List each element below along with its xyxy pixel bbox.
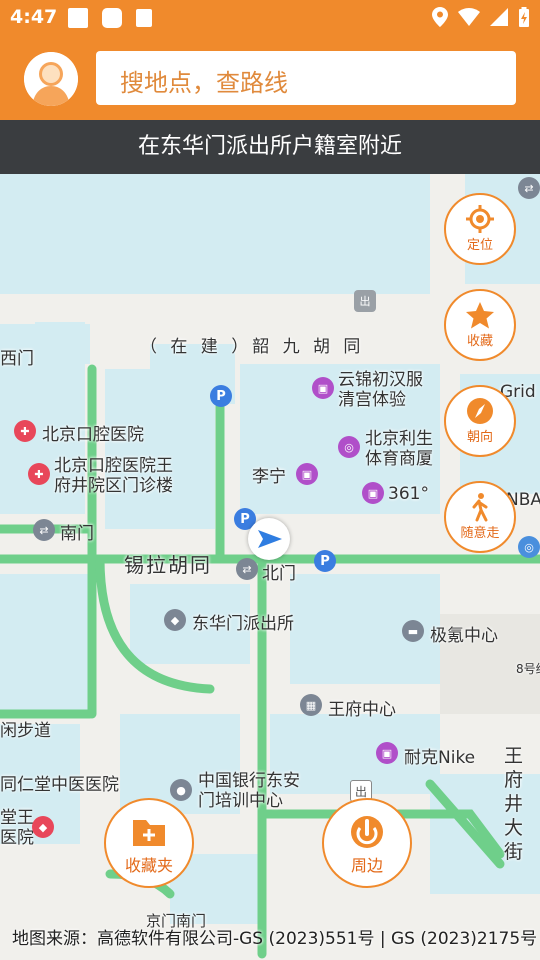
map-label: 堂王 医院	[0, 808, 34, 848]
navigation-arrow-icon	[258, 530, 282, 548]
favorite-label: 收藏	[466, 334, 493, 349]
location-icon	[432, 7, 448, 27]
parking-icon[interactable]: P	[314, 550, 336, 572]
map-label: 东华门派出所	[192, 614, 294, 634]
bank-icon[interactable]: ●	[170, 779, 192, 801]
map-label: 361°	[388, 484, 429, 504]
shop-icon[interactable]: ◎	[338, 436, 360, 458]
notification-icon	[102, 8, 122, 28]
walking-icon	[472, 493, 488, 522]
entrance-icon[interactable]: ⇄	[33, 519, 55, 541]
map-label: 北京利生 体育商厦	[365, 429, 433, 469]
folder-add-icon	[133, 820, 165, 846]
top-bar: 搜地点，查路线	[0, 36, 540, 120]
hospital-icon[interactable]: ✚	[14, 420, 36, 442]
building-icon[interactable]: ▦	[300, 694, 322, 716]
locate-label: 定位	[466, 238, 493, 253]
map-label: 极氪中心	[430, 626, 498, 646]
map-label: 闲步道	[0, 721, 51, 741]
pharmacy-icon[interactable]: ◆	[32, 816, 54, 838]
shop-icon[interactable]: ▣	[362, 482, 384, 504]
map-label: 南门	[60, 524, 94, 544]
favorites-folder-label: 收藏夹	[124, 856, 173, 875]
entrance-icon[interactable]: ⇄	[518, 177, 540, 199]
status-bar: 4:47	[0, 0, 540, 36]
random-walk-label: 随意走	[460, 526, 500, 541]
search-placeholder: 搜地点，查路线	[120, 69, 288, 97]
exit-icon[interactable]: 出	[354, 290, 376, 312]
map-label: 云锦初汉服 清宫体验	[338, 370, 423, 410]
map-label: 耐克Nike	[404, 748, 476, 768]
locate-button[interactable]: 定位	[444, 193, 516, 265]
shop-icon[interactable]: ▣	[376, 742, 398, 764]
metro-icon[interactable]: ◎	[518, 536, 540, 558]
map-label: 锡拉胡同	[124, 553, 212, 577]
map-label: 北京口腔医院王 府井院区门诊楼	[54, 456, 173, 496]
map-label: 中国银行东安 门培训中心	[198, 771, 300, 811]
orientation-button[interactable]: 朝向	[444, 385, 516, 457]
current-location-marker	[248, 518, 290, 560]
map-label: 北京口腔医院	[42, 425, 144, 445]
map-label: 王府中心	[328, 700, 396, 720]
random-walk-button[interactable]: 随意走	[444, 481, 516, 553]
orientation-label: 朝向	[466, 430, 493, 445]
favorites-folder-button[interactable]: 收藏夹	[104, 798, 194, 888]
nearby-icon	[351, 816, 383, 848]
parking-icon[interactable]: P	[210, 385, 232, 407]
shop-icon[interactable]: ▣	[296, 463, 318, 485]
map-label: 8号约	[516, 662, 540, 676]
map-source-attribution: 地图来源：高德软件有限公司-GS (2023)551号 | GS (2023)2…	[12, 929, 538, 949]
compass-icon	[467, 398, 493, 424]
map-label: 同仁堂中医医院	[0, 775, 119, 795]
police-icon[interactable]: ◆	[164, 609, 186, 631]
car-icon[interactable]: ▬	[402, 620, 424, 642]
crosshair-icon	[466, 205, 494, 233]
notification-icon	[136, 9, 152, 27]
shop-icon[interactable]: ▣	[312, 377, 334, 399]
wifi-icon	[458, 8, 480, 26]
entrance-icon[interactable]: ⇄	[236, 558, 258, 580]
status-time: 4:47	[10, 6, 58, 28]
search-box[interactable]: 搜地点，查路线	[96, 51, 516, 105]
notification-icon	[68, 8, 88, 28]
location-banner: 在东华门派出所户籍室附近	[0, 120, 540, 174]
map-view[interactable]: （ 在 建 ）韶 九 胡 同 西门 云锦初汉服 清宫体验 北京口腔医院 北京口腔…	[0, 174, 540, 960]
star-icon	[466, 302, 494, 329]
hospital-icon[interactable]: ✚	[28, 463, 50, 485]
map-label: 李宁	[252, 467, 286, 487]
nearby-button[interactable]: 周边	[322, 798, 412, 888]
map-label: 北门	[262, 564, 296, 584]
avatar-icon	[24, 52, 78, 106]
nearby-label: 周边	[350, 856, 383, 875]
map-label: 王 府 井 大 街	[504, 745, 524, 863]
cell-signal-icon	[490, 8, 508, 26]
avatar[interactable]	[24, 52, 78, 106]
map-label: （ 在 建 ）韶 九 胡 同	[140, 337, 365, 357]
battery-icon	[519, 7, 529, 27]
favorite-button[interactable]: 收藏	[444, 289, 516, 361]
map-label: 西门	[0, 349, 34, 369]
